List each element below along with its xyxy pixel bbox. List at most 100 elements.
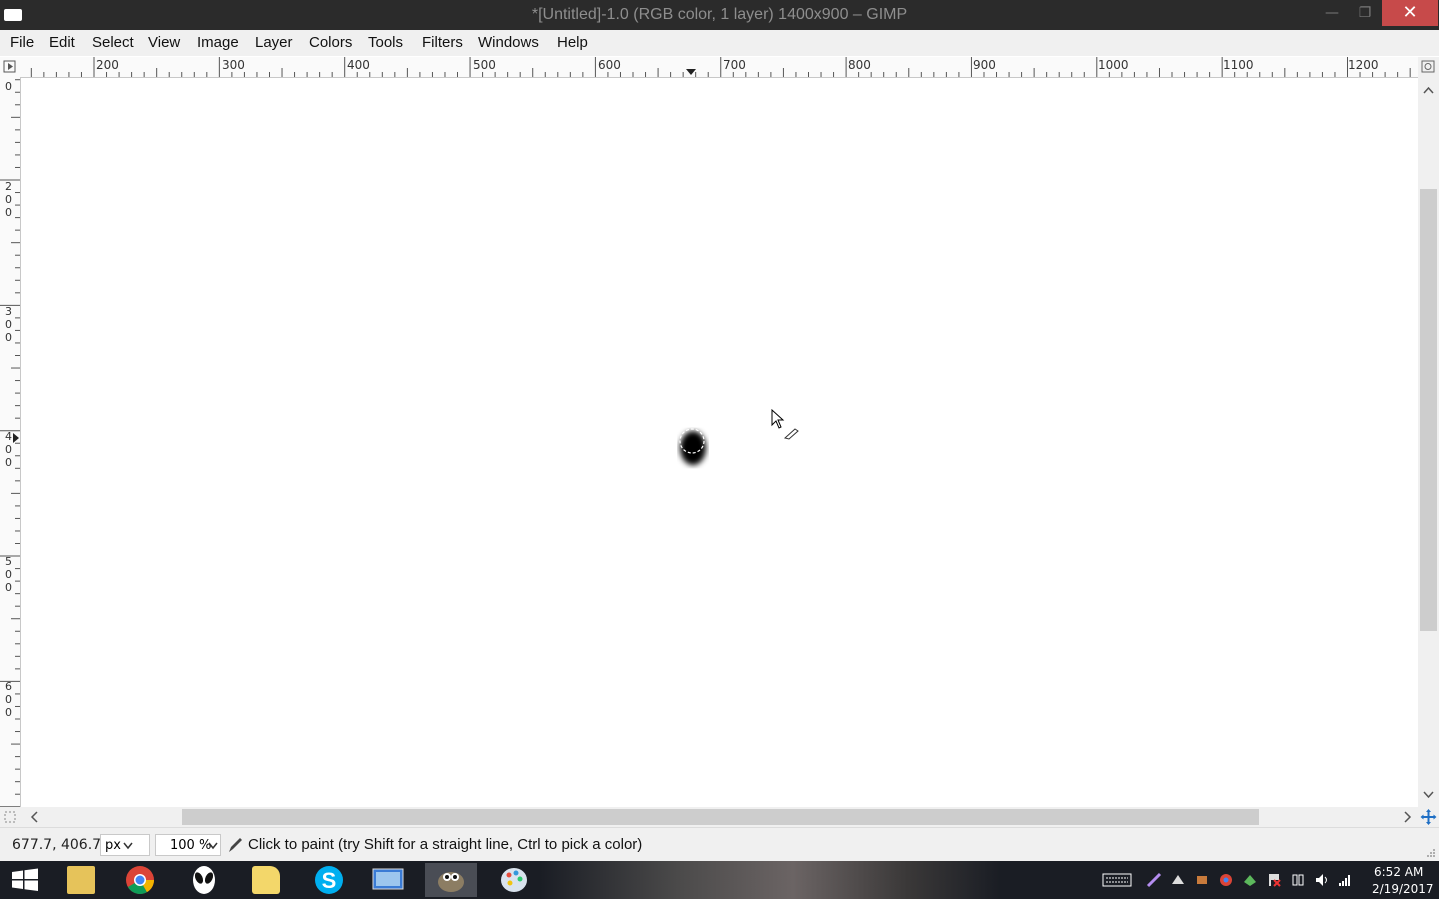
- selection-toggle[interactable]: [0, 807, 20, 827]
- chevron-down-icon: [123, 842, 133, 850]
- chrome-tray-icon[interactable]: [1218, 872, 1234, 888]
- scroll-up-icon[interactable]: [1418, 82, 1439, 98]
- resize-grip-icon[interactable]: [1426, 848, 1436, 858]
- alien-app-icon: [193, 866, 215, 894]
- pointer-marker-icon: [13, 433, 19, 443]
- h-ruler-label-700: 700: [723, 58, 746, 72]
- taskbar-paint[interactable]: [488, 863, 540, 897]
- navigate-arrows-icon: [1420, 809, 1437, 825]
- triangle-menu-icon: [3, 60, 16, 73]
- horizontal-scrollbar[interactable]: [20, 807, 1418, 827]
- unit-value: px: [105, 838, 121, 853]
- close-button[interactable]: ✕: [1382, 0, 1438, 26]
- clock-date[interactable]: 2/19/2017: [1372, 882, 1434, 896]
- taskbar-skype[interactable]: S: [303, 863, 355, 897]
- keyboard-icon[interactable]: [1102, 872, 1132, 888]
- scroll-right-icon[interactable]: [1400, 807, 1416, 827]
- dashed-rect-icon: [4, 811, 16, 823]
- zoom-dropdown[interactable]: 100 %: [155, 834, 221, 856]
- v-ruler-label-200: 200: [2, 180, 15, 219]
- scroll-left-icon[interactable]: [26, 807, 42, 827]
- pointer-marker-icon: [686, 69, 696, 75]
- menu-bar: File Edit Select View Image Layer Colors…: [0, 30, 1439, 56]
- taskbar-remote-desktop[interactable]: [362, 863, 414, 897]
- taskbar-alien-app[interactable]: [178, 863, 230, 897]
- remote-desktop-icon: [372, 868, 404, 890]
- action-center-flag-icon[interactable]: [1266, 872, 1282, 888]
- menu-select[interactable]: Select: [92, 34, 134, 51]
- h-ruler-label-1200: 1200: [1348, 58, 1379, 72]
- scroll-down-icon[interactable]: [1418, 787, 1439, 803]
- zoom-value: 100 %: [170, 838, 212, 853]
- v-ruler-label-0: 0: [2, 80, 15, 93]
- h-ruler-label-500: 500: [473, 58, 496, 72]
- menu-colors[interactable]: Colors: [309, 34, 352, 51]
- start-button[interactable]: [0, 863, 52, 897]
- taskbar-chrome[interactable]: [114, 863, 166, 897]
- paint-icon: [501, 868, 527, 892]
- menu-tools[interactable]: Tools: [368, 34, 403, 51]
- h-ruler-label-300: 300: [222, 58, 245, 72]
- pen-icon[interactable]: [1146, 872, 1162, 888]
- h-ruler-label-200: 200: [96, 58, 119, 72]
- menu-help[interactable]: Help: [557, 34, 588, 51]
- vertical-scroll-thumb[interactable]: [1420, 189, 1437, 631]
- menu-edit[interactable]: Edit: [49, 34, 75, 51]
- paintbrush-cursor-icon: [783, 428, 799, 440]
- start-icon: [12, 868, 38, 891]
- minimize-button[interactable]: —: [1316, 0, 1348, 26]
- taskbar-file-explorer[interactable]: [55, 863, 107, 897]
- menu-file[interactable]: File: [10, 34, 34, 51]
- menu-filters[interactable]: Filters: [422, 34, 463, 51]
- canvas-drawing: [679, 428, 706, 465]
- clock-time[interactable]: 6:52 AM: [1374, 865, 1423, 879]
- h-ruler-label-400: 400: [347, 58, 370, 72]
- menu-windows[interactable]: Windows: [478, 34, 539, 51]
- chrome-icon: [126, 866, 154, 894]
- network-signal-icon[interactable]: [1338, 872, 1354, 888]
- navigate-button[interactable]: [1418, 807, 1439, 827]
- vertical-scrollbar[interactable]: [1418, 77, 1439, 807]
- taskbar-gimp[interactable]: [425, 863, 477, 897]
- zoom-to-fit-button[interactable]: [1418, 57, 1439, 77]
- horizontal-scroll-thumb[interactable]: [182, 809, 1259, 825]
- magnifier-icon: [1421, 60, 1435, 73]
- status-bar: 677.7, 406.7 px 100 % Click to paint (tr…: [0, 827, 1439, 862]
- chevron-down-icon: [208, 842, 218, 850]
- v-ruler-label-500: 500: [2, 555, 15, 594]
- maximize-button[interactable]: ❐: [1349, 0, 1381, 26]
- folder-icon: [252, 866, 280, 894]
- tray-device-icon[interactable]: [1290, 872, 1306, 888]
- file-explorer-icon: [67, 866, 95, 894]
- title-bar: *[Untitled]-1.0 (RGB color, 1 layer) 140…: [0, 0, 1439, 30]
- h-ruler-label-1100: 1100: [1223, 58, 1254, 72]
- paintbrush-icon: [229, 838, 242, 852]
- menu-view[interactable]: View: [148, 34, 180, 51]
- tray-green-icon[interactable]: [1242, 872, 1258, 888]
- menu-image[interactable]: Image: [197, 34, 239, 51]
- h-ruler-label-900: 900: [973, 58, 996, 72]
- pointer-coordinates: 677.7, 406.7: [12, 837, 102, 853]
- menu-layer[interactable]: Layer: [255, 34, 293, 51]
- v-ruler-label-600: 600: [2, 680, 15, 719]
- h-ruler-label-1000: 1000: [1098, 58, 1129, 72]
- skype-icon: S: [315, 866, 343, 894]
- image-canvas[interactable]: [21, 78, 1418, 807]
- h-ruler-label-600: 600: [598, 58, 621, 72]
- v-ruler-label-300: 300: [2, 305, 15, 344]
- wallpaper-strip: [540, 861, 1000, 899]
- volume-icon[interactable]: [1314, 872, 1330, 888]
- horizontal-ruler: 200 300 400 500 600 700 800 900 1000 110…: [20, 57, 1418, 78]
- tray-tools-icon[interactable]: [1194, 872, 1210, 888]
- unit-dropdown[interactable]: px: [100, 834, 150, 856]
- tray-app-icon[interactable]: [1170, 872, 1186, 888]
- status-message: Click to paint (try Shift for a straight…: [248, 836, 643, 853]
- h-ruler-label-800: 800: [848, 58, 871, 72]
- svg-text:S: S: [322, 868, 337, 893]
- window-title: *[Untitled]-1.0 (RGB color, 1 layer) 140…: [531, 6, 908, 23]
- vertical-ruler: 0 200 300 400 500 600: [0, 77, 21, 808]
- quick-mask-toggle[interactable]: [0, 57, 20, 77]
- taskbar-folder[interactable]: [240, 863, 292, 897]
- taskbar: S 6:52 AM 2/19/2017: [0, 861, 1439, 899]
- gimp-icon: [438, 872, 464, 892]
